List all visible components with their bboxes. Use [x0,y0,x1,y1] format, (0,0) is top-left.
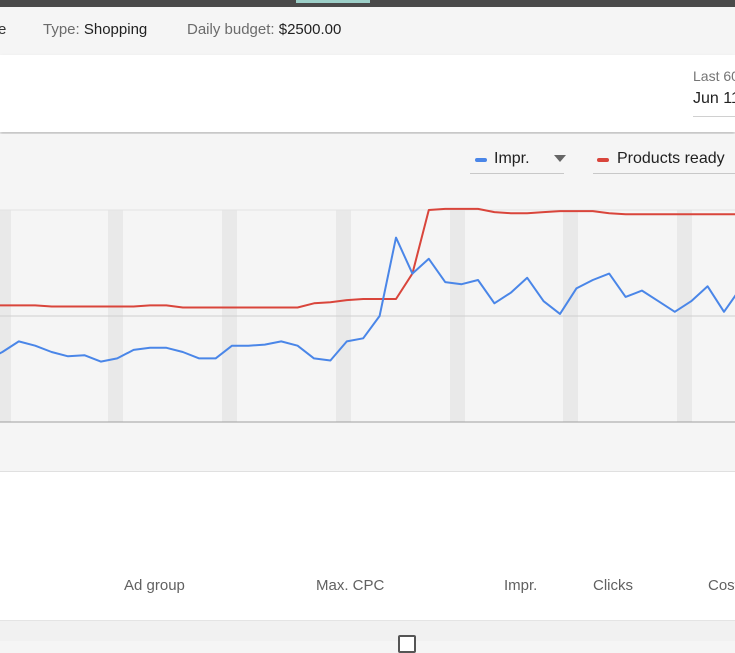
column-header-max-cpc[interactable]: Max. CPC [316,577,384,594]
date-range-underline [693,116,735,117]
campaign-type-label: Type: [43,21,80,38]
daily-budget: Daily budget: $2500.00 [187,21,341,38]
table-row[interactable] [0,620,735,653]
column-header-clicks[interactable]: Clicks [593,577,633,594]
active-tab-indicator [296,0,370,3]
performance-chart-panel: Impr. Products ready [0,134,735,470]
daily-budget-value: $2500.00 [278,21,342,38]
campaign-type-value: Shopping [83,21,148,38]
column-header-cost[interactable]: Cost [708,577,735,594]
daily-budget-label: Daily budget: [187,21,275,38]
column-header-impr[interactable]: Impr. [504,577,537,594]
status-fragment: e [0,21,6,38]
performance-line-chart [0,207,735,423]
date-range-label: Last 60 [693,68,735,84]
row-checkbox[interactable] [398,635,416,653]
column-header-ad-group[interactable]: Ad group [124,577,185,594]
campaign-info-bar: e Type: Shopping Daily budget: $2500.00 [0,7,735,54]
status-fragment-text: e [0,21,7,38]
date-range-selector[interactable]: Jun 11 [693,90,735,108]
date-range-card: Last 60 Jun 11 [0,55,735,132]
browser-top-bar [0,0,735,7]
chart-footer-area [0,471,735,551]
campaign-type: Type: Shopping [43,21,147,38]
table-header: Ad group Max. CPC Impr. Clicks Cost [0,550,735,620]
